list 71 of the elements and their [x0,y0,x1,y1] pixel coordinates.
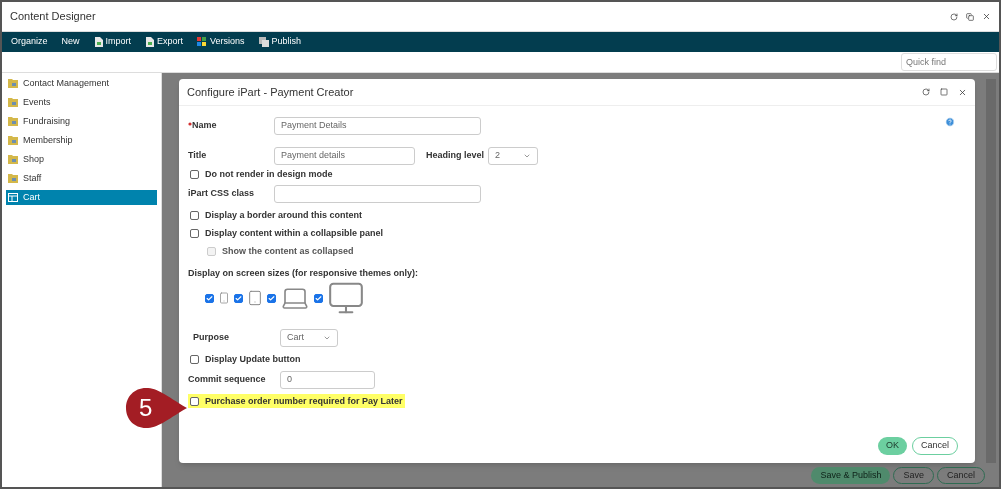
required-icon [188,122,192,126]
section-label: Display on screen sizes (for responsive themes only): [188,268,419,278]
folder-icon [8,98,18,107]
checkbox-label: Display a border around this content [205,209,363,221]
window-title: Content Designer [10,9,96,25]
checkbox[interactable] [190,228,199,238]
table-icon [8,193,18,202]
checkbox-label: Display content within a collapsible panel [205,227,384,239]
chevron-down-icon [523,152,532,160]
nav-menu-item[interactable]: Import [93,35,132,49]
pages-icon [258,37,269,47]
restore-icon[interactable] [966,12,974,21]
sidebar-item[interactable]: Cart [6,190,157,205]
sidebar-item[interactable]: Events [6,95,157,110]
folder-icon [8,79,18,88]
checkbox-label: Do not render in design mode [205,168,333,180]
folder-icon [8,155,18,164]
close-icon[interactable] [982,12,991,21]
text-field[interactable]: Payment Details [274,117,481,135]
checkbox[interactable] [234,293,243,303]
sidebar-item[interactable]: Fundraising [6,114,157,129]
text-field[interactable] [274,185,481,203]
document-icon [93,37,103,47]
checkbox[interactable] [190,354,199,364]
background-button[interactable]: Save & Publish [811,467,891,484]
select-dropdown[interactable]: 2 [488,147,539,165]
refresh-icon[interactable] [922,88,930,96]
checkbox[interactable] [190,210,199,220]
step-marker: 5 [125,387,187,429]
document-icon [145,37,155,47]
ok-button[interactable]: OK [877,437,907,455]
checkbox[interactable] [190,169,199,179]
checkbox-label: Purchase order number required for Pay Later [205,395,403,407]
checkbox-label: Display Update button [205,353,301,365]
nav-menu-item[interactable]: New [61,35,80,49]
refresh-icon[interactable] [950,12,958,21]
quick-find-field[interactable]: Quick find [901,53,997,71]
text-field[interactable]: Payment details [274,147,415,165]
field-label: Heading level [426,149,485,161]
nav-menu-item[interactable]: Export [145,35,184,49]
select-dropdown[interactable]: Cart [280,329,338,347]
sidebar-item[interactable]: Contact Management [6,76,157,91]
checkbox[interactable] [190,396,199,406]
chevron-down-icon [323,334,331,342]
folder-icon [8,136,18,145]
checkbox[interactable] [205,293,214,303]
checkbox-label: Show the content as collapsed [222,245,354,257]
cancel-button[interactable]: Cancel [912,437,958,455]
field-label: Name [192,119,217,131]
sidebar-item[interactable]: Shop [6,152,157,167]
close-icon[interactable] [958,87,967,97]
help-icon[interactable] [945,117,955,127]
maximize-icon[interactable] [940,88,948,96]
field-label: Title [188,149,207,161]
checkbox[interactable] [267,293,276,303]
dialog-title: Configure iPart - Payment Creator [187,84,354,100]
sidebar-item[interactable]: Membership [6,133,157,148]
field-label: Purpose [193,331,229,343]
nav-menu-item[interactable]: Organize [11,35,48,49]
grid-icon [197,37,208,47]
field-label: Commit sequence [188,373,266,385]
field-label: iPart CSS class [188,187,255,199]
tablet-icon [247,290,263,306]
folder-icon [8,117,18,126]
folder-icon [8,174,18,183]
checkbox[interactable] [314,293,323,303]
nav-menu-item[interactable]: Publish [258,35,302,49]
nav-menu-item[interactable]: Versions [197,35,245,49]
phone-icon [218,292,230,304]
text-field[interactable]: 0 [280,371,375,389]
sidebar-item[interactable]: Staff [6,171,157,186]
